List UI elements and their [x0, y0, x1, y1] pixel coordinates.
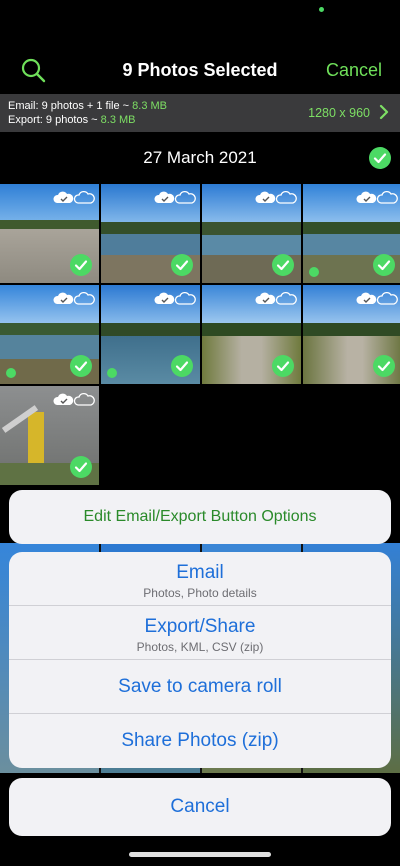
photo-thumbnail[interactable] [0, 386, 99, 485]
email-action[interactable]: Email Photos, Photo details [9, 552, 391, 606]
email-action-sublabel: Photos, Photo details [143, 586, 257, 600]
save-camera-roll-action[interactable]: Save to camera roll [9, 660, 391, 714]
edit-options-label: Edit Email/Export Button Options [83, 508, 317, 525]
check-circle-icon [171, 355, 193, 377]
share-zip-action[interactable]: Share Photos (zip) [9, 714, 391, 768]
check-circle-icon [373, 355, 395, 377]
location-dot [309, 267, 319, 277]
cloud-check-icon [154, 190, 196, 204]
cloud-check-icon [356, 291, 398, 305]
check-circle-icon [272, 254, 294, 276]
check-circle-icon [171, 254, 193, 276]
edit-options-button[interactable]: Edit Email/Export Button Options [9, 490, 391, 544]
export-share-sublabel: Photos, KML, CSV (zip) [136, 640, 264, 654]
cloud-check-icon [255, 190, 297, 204]
photo-thumbnail[interactable] [202, 184, 301, 283]
home-indicator[interactable] [129, 852, 271, 857]
location-dot [6, 368, 16, 378]
check-circle-icon [373, 254, 395, 276]
check-circle-icon [70, 355, 92, 377]
cloud-check-icon [53, 291, 95, 305]
nav-bar: 9 Photos Selected Cancel [0, 50, 400, 92]
cloud-check-icon [154, 291, 196, 305]
resolution-label: 1280 x 960 [308, 106, 370, 120]
check-circle-icon [272, 355, 294, 377]
photo-thumbnail[interactable] [0, 184, 99, 283]
action-sheet: Email Photos, Photo details Export/Share… [9, 552, 391, 768]
cloud-check-icon [53, 190, 95, 204]
check-circle-icon [70, 456, 92, 478]
chevron-right-icon [379, 104, 389, 120]
photo-thumbnail[interactable] [101, 184, 200, 283]
email-size-line: Email: 9 photos + 1 file ~ 8.3 MB [8, 100, 167, 112]
location-dot [107, 368, 117, 378]
share-zip-label: Share Photos (zip) [121, 730, 279, 751]
export-size-line: Export: 9 photos ~ 8.3 MB [8, 114, 136, 126]
sheet-cancel-label: Cancel [170, 796, 230, 817]
photo-thumbnail[interactable] [303, 285, 400, 384]
nav-cancel-button[interactable]: Cancel [326, 60, 382, 81]
export-info-bar[interactable]: Email: 9 photos + 1 file ~ 8.3 MB Export… [0, 94, 400, 132]
cloud-check-icon [356, 190, 398, 204]
section-header: 27 March 2021 [0, 145, 400, 171]
save-camera-roll-label: Save to camera roll [118, 676, 282, 697]
export-size-summary: Email: 9 photos + 1 file ~ 8.3 MB Export… [8, 99, 167, 127]
export-share-action[interactable]: Export/Share Photos, KML, CSV (zip) [9, 606, 391, 660]
cloud-check-icon [255, 291, 297, 305]
photo-thumbnail[interactable] [101, 285, 200, 384]
check-circle-icon[interactable] [369, 147, 391, 169]
photo-thumbnail[interactable] [202, 285, 301, 384]
camera-indicator-dot [319, 7, 324, 12]
photo-thumbnail[interactable] [0, 285, 99, 384]
section-date: 27 March 2021 [143, 148, 257, 167]
sheet-cancel-button[interactable]: Cancel [9, 778, 391, 836]
photo-thumbnail[interactable] [303, 184, 400, 283]
check-circle-icon [70, 254, 92, 276]
cloud-check-icon [53, 392, 95, 406]
export-share-label: Export/Share [144, 616, 256, 637]
email-action-label: Email [176, 562, 224, 583]
